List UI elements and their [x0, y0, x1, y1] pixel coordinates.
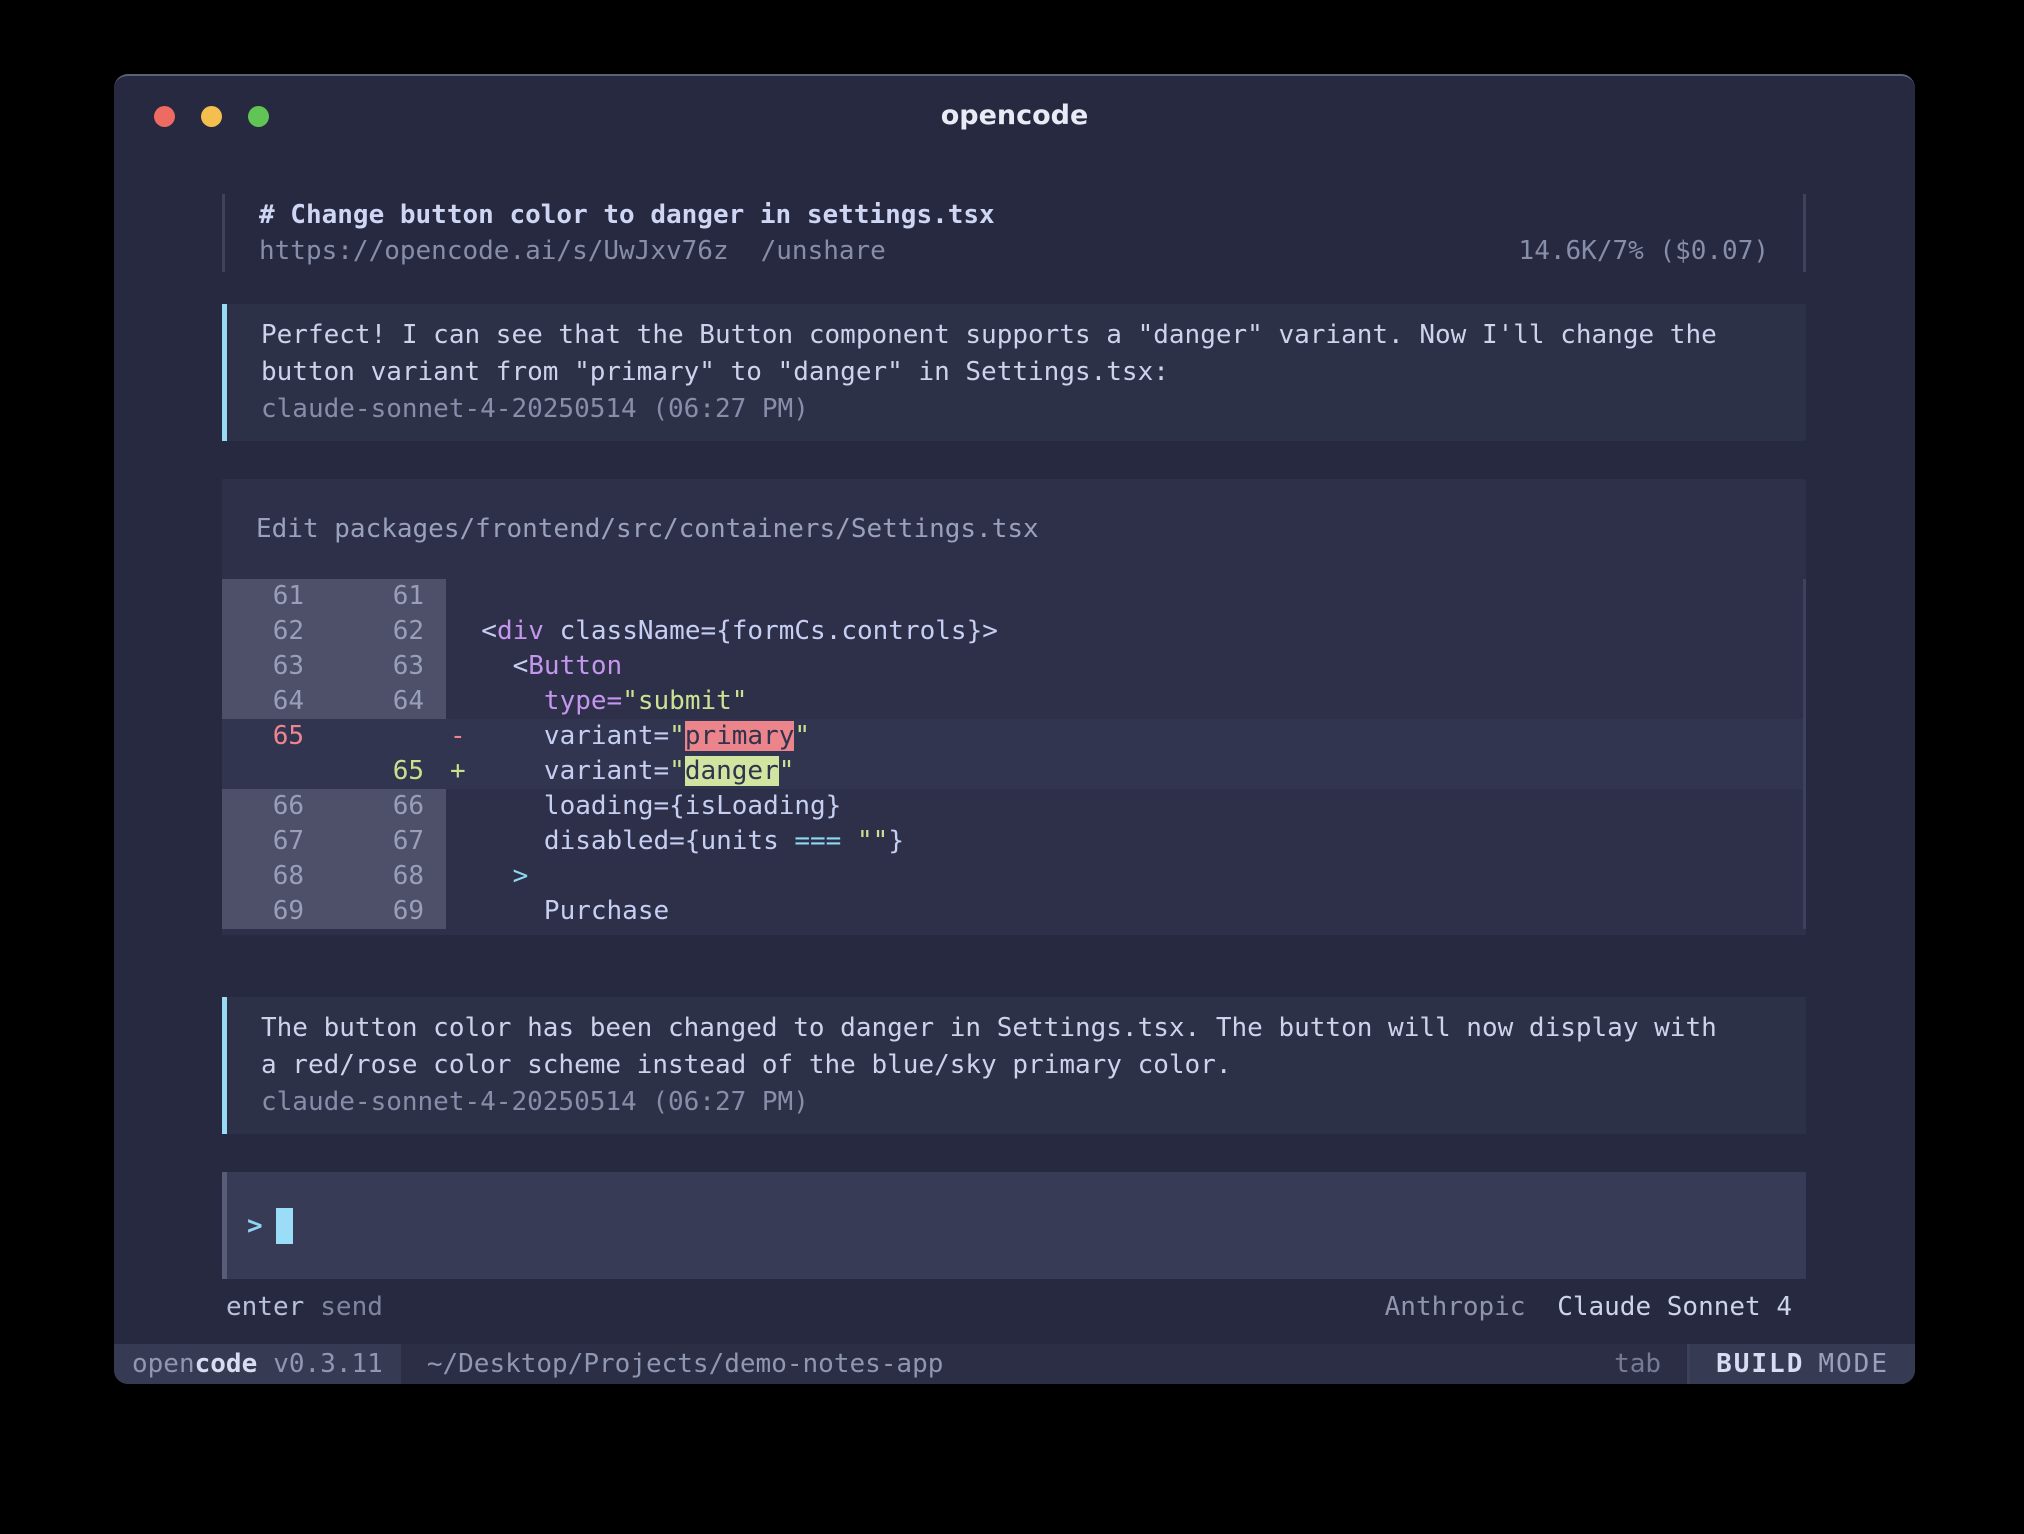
line-number-new: 62	[314, 614, 446, 649]
message-text: button variant from "primary" to "danger…	[261, 354, 1786, 391]
line-number-old: 69	[222, 894, 314, 929]
line-number-new: 65	[314, 754, 446, 789]
message-meta: claude-sonnet-4-20250514 (06:27 PM)	[261, 391, 1786, 428]
session-header: # Change button color to danger in setti…	[222, 194, 1806, 272]
working-directory: ~/Desktop/Projects/demo-notes-app	[427, 1344, 944, 1384]
line-number-old: 62	[222, 614, 314, 649]
line-number-new: 66	[314, 789, 446, 824]
app-name-open: open	[132, 1349, 195, 1379]
line-number-new	[314, 719, 446, 754]
message-text: Perfect! I can see that the Button compo…	[261, 317, 1786, 354]
model-name: Claude Sonnet 4	[1557, 1292, 1792, 1322]
tab-key-hint: tab	[1614, 1344, 1661, 1384]
enter-key-hint: enter	[226, 1292, 304, 1322]
token-cost-stats: 14.6K/7% ($0.07)	[1519, 233, 1769, 269]
provider-name: Anthropic	[1385, 1292, 1526, 1322]
assistant-message: Perfect! I can see that the Button compo…	[222, 304, 1806, 441]
session-title: # Change button color to danger in setti…	[259, 197, 1769, 233]
diff-row: 6969 Purchase	[222, 894, 1803, 929]
diff-row: 6464 type="submit"	[222, 684, 1803, 719]
line-number-new: 63	[314, 649, 446, 684]
diff-row: 6262 <div className={formCs.controls}>	[222, 614, 1803, 649]
code-line	[446, 579, 1803, 614]
code-line: + variant="danger"	[446, 754, 1803, 789]
code-line: type="submit"	[446, 684, 1803, 719]
mode-label: MODE	[1818, 1349, 1889, 1379]
prompt-symbol: >	[247, 1211, 263, 1241]
title-bar[interactable]: opencode	[114, 76, 1915, 136]
line-number-old	[222, 754, 314, 789]
mode-build: BUILD	[1716, 1349, 1804, 1379]
code-line: disabled={units === ""}	[446, 824, 1803, 859]
code-line: - variant="primary"	[446, 719, 1803, 754]
line-number-new: 69	[314, 894, 446, 929]
line-number-new: 61	[314, 579, 446, 614]
line-number-old: 61	[222, 579, 314, 614]
diff-row: 65+ variant="danger"	[222, 754, 1803, 789]
model-indicator[interactable]: Anthropic Claude Sonnet 4	[1385, 1292, 1792, 1322]
line-number-old: 65	[222, 719, 314, 754]
line-number-new: 67	[314, 824, 446, 859]
diff-row: 6868 >	[222, 859, 1803, 894]
code-line: <div className={formCs.controls}>	[446, 614, 1803, 649]
message-meta: claude-sonnet-4-20250514 (06:27 PM)	[261, 1084, 1786, 1121]
send-hint-label: send	[320, 1292, 383, 1322]
window-title: opencode	[114, 100, 1915, 131]
line-number-old: 67	[222, 824, 314, 859]
diff-row: 6363 <Button	[222, 649, 1803, 684]
diff-row: 6767 disabled={units === ""}	[222, 824, 1803, 859]
line-number-old: 63	[222, 649, 314, 684]
line-number-old: 64	[222, 684, 314, 719]
edit-file-path: Edit packages/frontend/src/containers/Se…	[222, 511, 1806, 547]
line-number-new: 68	[314, 859, 446, 894]
status-bar: opencode v0.3.11 ~/Desktop/Projects/demo…	[114, 1344, 1915, 1384]
code-line: loading={isLoading}	[446, 789, 1803, 824]
line-number-old: 66	[222, 789, 314, 824]
text-cursor	[276, 1208, 293, 1244]
message-text: a red/rose color scheme instead of the b…	[261, 1047, 1786, 1084]
diff-row: 6666 loading={isLoading}	[222, 789, 1803, 824]
edit-tool-panel: Edit packages/frontend/src/containers/Se…	[222, 479, 1806, 935]
code-line: <Button	[446, 649, 1803, 684]
assistant-message: The button color has been changed to dan…	[222, 997, 1806, 1134]
message-text: The button color has been changed to dan…	[261, 1010, 1786, 1047]
hint-bar: enter send Anthropic Claude Sonnet 4	[222, 1292, 1806, 1322]
mode-badge[interactable]: BUILD MODE	[1690, 1344, 1915, 1384]
code-line: Purchase	[446, 894, 1803, 929]
app-version: v0.3.11	[273, 1349, 383, 1379]
app-name-code: code	[195, 1349, 258, 1379]
code-line: >	[446, 859, 1803, 894]
diff-row: 6161	[222, 579, 1803, 614]
line-number-new: 64	[314, 684, 446, 719]
opencode-window: opencode # Change button color to danger…	[114, 74, 1915, 1384]
diff-view: 61616262 <div className={formCs.controls…	[222, 579, 1806, 929]
line-number-old: 68	[222, 859, 314, 894]
unshare-command[interactable]: /unshare	[761, 233, 886, 269]
app-version-badge: opencode v0.3.11	[114, 1344, 401, 1384]
diff-row: 65 - variant="primary"	[222, 719, 1803, 754]
share-url[interactable]: https://opencode.ai/s/UwJxv76z	[259, 233, 729, 269]
prompt-input[interactable]: >	[222, 1172, 1806, 1279]
